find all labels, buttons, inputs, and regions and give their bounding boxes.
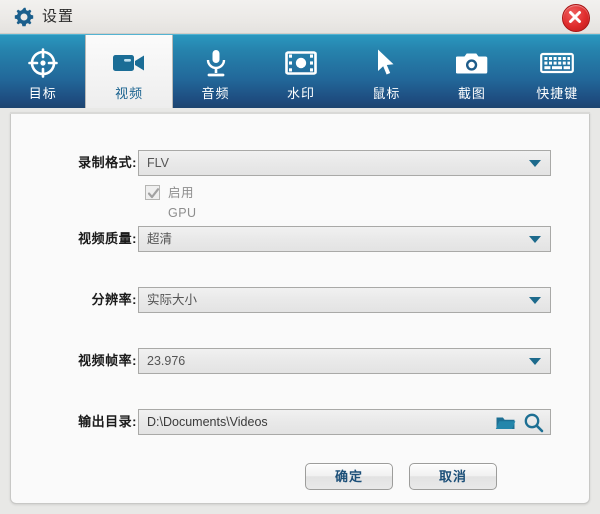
chevron-down-icon [529,236,541,243]
field-resolution: 分辨率: 实际大小 [11,287,591,313]
chevron-down-icon [529,160,541,167]
photo-camera-icon [452,46,492,80]
gear-icon [14,7,34,27]
title-bar: 设置 [0,0,600,34]
tab-audio[interactable]: 音频 [173,35,258,108]
tab-video[interactable]: 视频 [85,35,172,108]
ok-button[interactable]: 确定 [305,463,393,490]
field-format: 录制格式: FLV [11,150,591,176]
output-dir-value: D:\Documents\Videos [147,410,268,434]
resolution-value: 实际大小 [147,288,197,312]
magnifier-icon[interactable] [523,412,544,433]
tab-hotkeys[interactable]: 快捷键 [515,35,600,108]
output-dir-label: 输出目录: [41,409,137,435]
window-title: 设置 [42,7,74,27]
resolution-label: 分辨率: [41,287,137,313]
format-value: FLV [147,151,169,175]
tab-watermark[interactable]: 水印 [258,35,343,108]
settings-window: 设置 目标 [0,0,600,514]
chevron-down-icon [529,297,541,304]
keyboard-icon [537,46,577,80]
crosshair-icon [23,46,63,80]
tab-label: 音频 [202,83,230,102]
video-camera-icon [109,46,149,80]
gpu-accel-checkbox[interactable] [145,185,160,200]
folder-icon[interactable] [495,413,516,432]
quality-label: 视频质量: [41,226,137,252]
framerate-select[interactable]: 23.976 [138,348,551,374]
field-framerate: 视频帧率: 23.976 [11,348,591,374]
tab-mouse[interactable]: 鼠标 [344,35,429,108]
cancel-button[interactable]: 取消 [409,463,497,490]
tab-label: 快捷键 [536,83,578,102]
tab-screenshot[interactable]: 截图 [429,35,514,108]
format-select[interactable]: FLV [138,150,551,176]
tab-label: 截图 [458,83,486,102]
framerate-value: 23.976 [147,349,185,373]
field-output-dir: 输出目录: D:\Documents\Videos [11,409,591,435]
close-icon[interactable] [562,4,590,32]
quality-value: 超清 [147,227,172,251]
output-dir-input[interactable]: D:\Documents\Videos [138,409,551,435]
video-settings-panel: 录制格式: FLV 启用GPU加速 NVENC [10,112,590,504]
chevron-down-icon [529,358,541,365]
tab-bar: 目标 视频 音频 [0,34,600,108]
tab-label: 视频 [115,83,143,102]
watermark-icon [281,46,321,80]
tab-target[interactable]: 目标 [0,35,85,108]
field-quality: 视频质量: 超清 [11,226,591,252]
quality-select[interactable]: 超清 [138,226,551,252]
microphone-icon [196,46,236,80]
resolution-select[interactable]: 实际大小 [138,287,551,313]
tab-label: 水印 [287,83,315,102]
tab-label: 鼠标 [372,83,400,102]
framerate-label: 视频帧率: [41,348,137,374]
format-label: 录制格式: [41,150,137,176]
tab-label: 目标 [29,83,57,102]
cursor-arrow-icon [366,46,406,80]
